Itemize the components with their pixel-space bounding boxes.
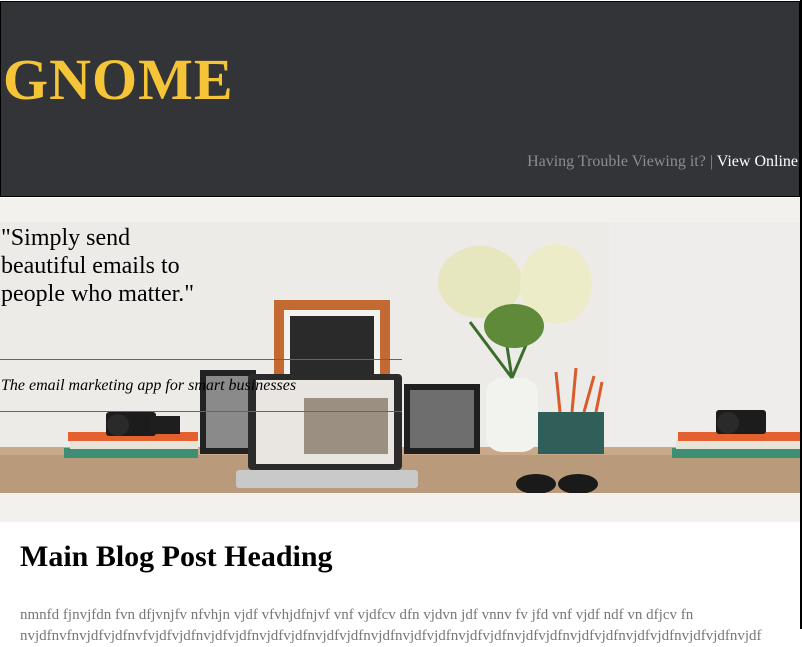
post-body-line: nmnfd fjnvjfdn fvn dfjvnjfv nfvhjn vjdf … — [20, 607, 694, 623]
hero-quote: "Simply send beautiful emails to people … — [1, 225, 195, 307]
email-header: GNOME Having Trouble Viewing it? | View … — [0, 1, 801, 197]
hero-tagline: The email marketing app for smart busine… — [1, 377, 297, 394]
post-body: nmnfd fjnvjfdn fvn dfjvnjfv nfvhjn vjdf … — [20, 605, 790, 647]
trouble-viewing-text: Having Trouble Viewing it? | — [527, 153, 714, 170]
tagline-divider-bottom — [0, 411, 402, 412]
post-body-line: nvjdfnvfnvjdfvjdfnvfvjdfvjdfnvjdfvjdfnvj… — [20, 628, 762, 644]
view-online-bar: Having Trouble Viewing it? | View Online — [527, 153, 798, 171]
tagline-divider-top — [0, 359, 402, 360]
post-heading: Main Blog Post Heading — [20, 540, 333, 573]
brand-logo-text: GNOME — [3, 47, 234, 112]
view-online-link[interactable]: View Online — [717, 153, 798, 170]
